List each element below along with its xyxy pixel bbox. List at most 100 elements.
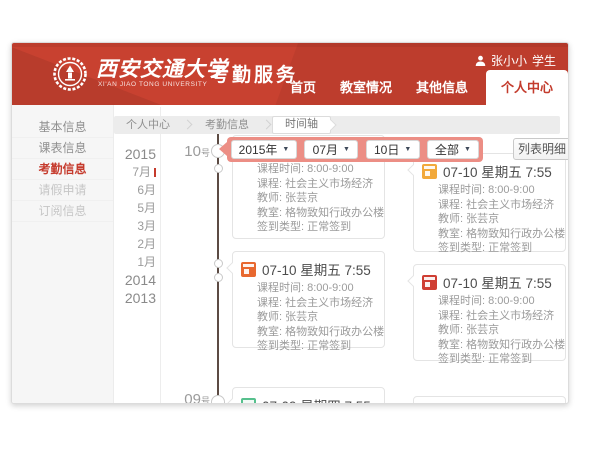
- user-role: 学生: [532, 52, 556, 69]
- chevron-down-icon: ▼: [464, 146, 471, 153]
- card-row: 教师: 张芸京: [241, 310, 376, 325]
- filter-bar-arrow-icon: [219, 142, 227, 156]
- card-row: 教室: 格物致知行政办公楼: [422, 227, 557, 242]
- card-titlebar: 07-10 星期五 7:55: [241, 260, 376, 278]
- app-window: 西安交通大学 XI'AN JIAO TONG UNIVERSITY 考勤服务 张…: [11, 42, 569, 404]
- year-nav-divider: [160, 107, 161, 404]
- attendance-card: [413, 396, 566, 404]
- user-icon: [475, 55, 486, 67]
- current-month-tick: [154, 168, 156, 177]
- day-suffix: 号: [201, 396, 210, 404]
- nav-item-个人中心[interactable]: 个人中心: [486, 70, 568, 105]
- day-number: 09: [184, 391, 201, 404]
- sidebar-item-基本信息[interactable]: 基本信息: [12, 117, 113, 138]
- card-pointer-icon: [407, 164, 418, 175]
- calendar-icon-bar: [424, 277, 435, 280]
- sidebar-item-请假申请[interactable]: 请假申请: [12, 180, 113, 201]
- timeline-nav-5月[interactable]: 5月: [110, 199, 156, 217]
- card-row: 签到类型: 正常签到: [241, 339, 376, 354]
- calendar-icon-bar: [243, 264, 254, 267]
- calendar-icon-glyph: [425, 171, 430, 176]
- sidebar-item-课表信息[interactable]: 课表信息: [12, 138, 113, 159]
- day-marker-label: 09号: [172, 391, 210, 404]
- university-logo-icon: [52, 56, 88, 92]
- university-name-cn: 西安交通大学: [96, 53, 228, 83]
- card-row: 教师: 张芸京: [422, 212, 557, 227]
- timeline-nav-2015[interactable]: 2015: [110, 145, 156, 163]
- timeline-nav-2013[interactable]: 2013: [110, 289, 156, 307]
- card-row: 课程时间: 8:00-9:00: [241, 162, 376, 177]
- chevron-down-icon: ▼: [343, 146, 350, 153]
- filter-select-month[interactable]: 07月 ▼: [304, 140, 358, 159]
- timeline-nav-7月[interactable]: 7月: [110, 163, 156, 181]
- card-row: 课程: 社会主义市场经济: [422, 309, 557, 324]
- day-suffix: 号: [201, 148, 210, 158]
- calendar-icon: [422, 275, 437, 290]
- card-row: 课程: 社会主义市场经济: [241, 177, 376, 192]
- card-row: 课程时间: 8:00-9:00: [241, 281, 376, 296]
- day-marker-label: 10号: [172, 143, 210, 161]
- calendar-icon-bar: [243, 400, 254, 403]
- university-name-en: XI'AN JIAO TONG UNIVERSITY: [98, 81, 207, 88]
- nav-item-首页[interactable]: 首页: [278, 77, 328, 105]
- calendar-icon-glyph: [244, 269, 249, 274]
- card-titlebar: 07-10 星期五 7:55: [422, 273, 557, 291]
- filter-value-month: 07月: [313, 141, 338, 158]
- calendar-icon: [241, 398, 256, 405]
- calendar-icon: [422, 164, 437, 179]
- filter-bar: 2015年▼07月▼10日▼全部▼: [227, 137, 483, 162]
- card-row: 课程时间: 8:00-9:00: [422, 294, 557, 309]
- timeline-nav-1月[interactable]: 1月: [110, 253, 156, 271]
- card-row: 教室: 格物致知行政办公楼: [241, 325, 376, 340]
- sidebar-item-考勤信息[interactable]: 考勤信息: [12, 159, 113, 180]
- breadcrumb-active-arrow-icon: [325, 119, 336, 130]
- chevron-down-icon: ▼: [404, 146, 411, 153]
- nav-item-其他信息[interactable]: 其他信息: [404, 77, 480, 105]
- card-row: 课程: 社会主义市场经济: [241, 296, 376, 311]
- filter-value-type: 全部: [435, 141, 459, 158]
- card-row: 签到类型: 正常签到: [241, 220, 376, 235]
- list-detail-button[interactable]: 列表明细: [513, 138, 569, 160]
- card-title: 07-10 星期五 7:55: [443, 272, 552, 292]
- card-title: 07-10 星期五 7:55: [443, 161, 552, 181]
- app-header: 西安交通大学 XI'AN JIAO TONG UNIVERSITY 考勤服务 张…: [12, 43, 568, 105]
- filter-select-day[interactable]: 10日▼: [366, 140, 420, 159]
- timeline-node: [214, 164, 223, 173]
- card-title: 07-09 星期四 7:55: [262, 395, 371, 404]
- attendance-card: 07-09 星期四 7:55: [232, 387, 385, 404]
- filter-select-type[interactable]: 全部 ▼: [427, 140, 479, 159]
- timeline-node: [211, 395, 225, 404]
- timeline-node: [214, 259, 223, 268]
- card-row: 签到类型: 正常签到: [422, 241, 557, 256]
- card-row: 教师: 张芸京: [241, 191, 376, 206]
- attendance-card: 07-10 星期五 7:55 课程时间: 8:00-9:00课程: 社会主义市场经…: [413, 264, 566, 361]
- breadcrumb-item[interactable]: 考勤信息: [193, 116, 261, 134]
- nav-item-教室情况[interactable]: 教室情况: [328, 77, 404, 105]
- calendar-icon: [241, 262, 256, 277]
- breadcrumb-item[interactable]: 个人中心: [114, 116, 182, 134]
- timeline-node: [214, 273, 223, 282]
- breadcrumb-chevron-icon: [262, 120, 272, 130]
- timeline-year-nav: 20157月6月5月3月2月1月20142013: [110, 145, 156, 307]
- timeline-nav-6月[interactable]: 6月: [110, 181, 156, 199]
- main-nav: 首页教室情况其他信息个人中心: [278, 70, 568, 105]
- sidebar: 基本信息课表信息考勤信息请假申请订阅信息: [12, 105, 114, 404]
- day-number: 10: [184, 143, 201, 160]
- timeline-nav-2月[interactable]: 2月: [110, 235, 156, 253]
- card-row: 教室: 格物致知行政办公楼: [241, 206, 376, 221]
- card-row: 课程时间: 8:00-9:00: [422, 183, 557, 198]
- card-row: 课程: 社会主义市场经济: [422, 198, 557, 213]
- breadcrumb-item[interactable]: 时间轴: [272, 116, 331, 134]
- card-pointer-icon: [226, 262, 237, 273]
- card-row: 教室: 格物致知行政办公楼: [422, 338, 557, 353]
- breadcrumb-chevron-icon: [183, 120, 193, 130]
- breadcrumb: 个人中心考勤信息时间轴: [114, 116, 560, 134]
- filter-select-year[interactable]: 2015年▼: [231, 140, 297, 159]
- user-account[interactable]: 张小小 学生: [475, 52, 556, 69]
- card-pointer-icon: [407, 275, 418, 286]
- timeline-nav-2014[interactable]: 2014: [110, 271, 156, 289]
- card-row: 签到类型: 正常签到: [422, 352, 557, 367]
- timeline-nav-3月[interactable]: 3月: [110, 217, 156, 235]
- sidebar-item-订阅信息[interactable]: 订阅信息: [12, 201, 113, 222]
- card-pointer-icon: [226, 398, 237, 404]
